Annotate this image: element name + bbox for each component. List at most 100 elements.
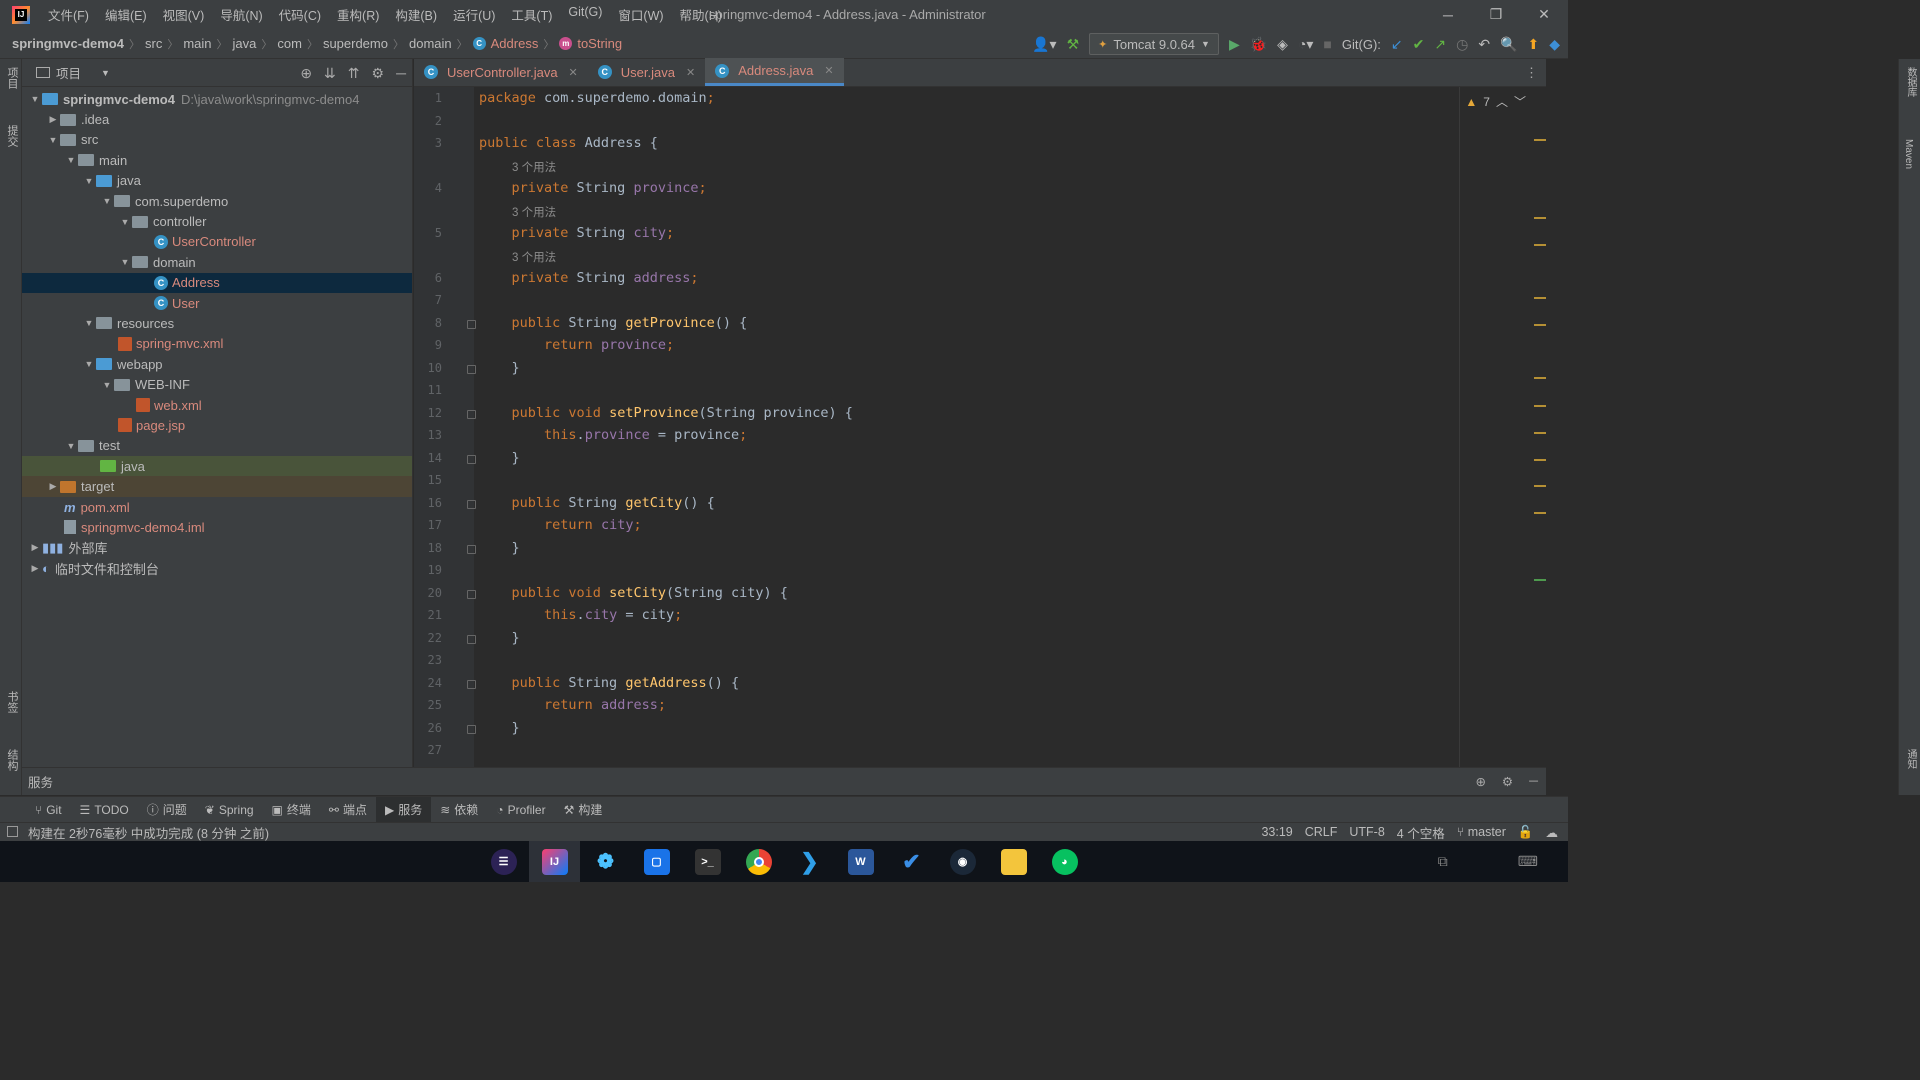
usage-hint[interactable]: 3 个用法 (512, 249, 556, 265)
intellij-logo-icon[interactable]: IJ (12, 5, 30, 24)
tree-node-root[interactable]: ▼ springmvc-demo4 D:\java\work\springmvc-d… (22, 89, 412, 109)
usage-hint[interactable]: 3 个用法 (512, 204, 556, 220)
gear-icon[interactable]: ⚙ (372, 65, 385, 82)
search-icon[interactable]: 🔍 (1500, 36, 1517, 53)
build-hammer-icon[interactable]: ⚒ (1067, 36, 1080, 53)
toggle-tool-windows-icon[interactable] (7, 826, 18, 837)
structure-tool-button[interactable]: 结构 (4, 749, 20, 771)
crumb-main[interactable]: main (183, 36, 211, 51)
tool-problems[interactable]: ⓘ 问题 (138, 797, 196, 823)
tab-user[interactable]: C User.java ✕ (588, 58, 705, 86)
tree-node-idea[interactable]: ▶ .idea (22, 109, 412, 129)
tool-services[interactable]: ▶ 服务 (375, 796, 432, 823)
git-push-icon[interactable]: ↗ (1434, 36, 1446, 53)
tree-node-pagejsp[interactable]: page.jsp (22, 415, 412, 435)
restore-icon[interactable]: ❐ (1472, 0, 1520, 29)
taskbar-word[interactable]: W (835, 841, 886, 882)
close-icon[interactable]: ✕ (686, 66, 695, 79)
tree-node-domain[interactable]: ▼ domain (22, 252, 412, 272)
taskbar-explorer[interactable] (988, 841, 1039, 882)
close-icon[interactable]: ✕ (1520, 0, 1568, 29)
profile-icon[interactable]: ◔▾ (1298, 36, 1313, 53)
gear-icon[interactable]: ⚙ (1502, 774, 1513, 789)
coverage-icon[interactable]: ◈ (1277, 36, 1288, 53)
tree-node-package[interactable]: ▼ com.superdemo (22, 191, 412, 211)
git-branch[interactable]: ⑂ master (1457, 825, 1506, 839)
taskbar-terminal[interactable]: >_ (682, 841, 733, 882)
crumb-com[interactable]: com (277, 36, 302, 51)
plugin-icon[interactable]: ◆ (1549, 36, 1560, 53)
project-panel-title[interactable]: 项目 (56, 63, 81, 82)
stop-icon[interactable]: ■ (1323, 36, 1331, 52)
tool-build[interactable]: ⚒ 构建 (555, 797, 612, 823)
indent-setting[interactable]: 4 个空格 (1397, 823, 1445, 842)
rollback-icon[interactable]: ↶ (1478, 36, 1490, 53)
error-stripe[interactable] (1532, 87, 1546, 767)
tab-address[interactable]: C Address.java ✕ (705, 58, 844, 86)
tree-node-iml[interactable]: springmvc-demo4.iml (22, 517, 412, 537)
chevron-down-icon[interactable]: ﹀ (1514, 93, 1526, 110)
project-tool-button[interactable]: 项目 (4, 67, 20, 89)
status-message[interactable]: 构建在 2秒76毫秒 中成功完成 (8 分钟 之前) (0, 823, 269, 842)
menu-window[interactable]: 窗口(W) (610, 5, 671, 24)
git-commit-icon[interactable]: ✔ (1413, 36, 1425, 53)
tree-node-user[interactable]: C User (22, 293, 412, 313)
tool-todo[interactable]: ☰ TODO (71, 797, 138, 823)
menu-run[interactable]: 运行(U) (445, 5, 503, 24)
taskbar-eclipse[interactable]: ☰ (478, 841, 529, 882)
tool-git[interactable]: ⑂ Git (26, 797, 71, 823)
add-service-icon[interactable]: ⊕ (1475, 774, 1485, 789)
tab-usercontroller[interactable]: C UserController.java ✕ (414, 58, 588, 86)
locate-icon[interactable]: ⊕ (300, 65, 312, 82)
tree-node-webapp[interactable]: ▼ webapp (22, 354, 412, 374)
taskbar-app4[interactable]: ▢ (631, 841, 682, 882)
code-content[interactable]: package com.superdemo.domain; public cla… (474, 87, 1546, 767)
maven-tool-button[interactable]: Maven (1903, 139, 1914, 169)
file-encoding[interactable]: UTF-8 (1349, 825, 1384, 839)
tree-node-webxml[interactable]: web.xml (22, 395, 412, 415)
lock-icon[interactable]: 🔓 (1518, 825, 1534, 840)
tree-node-test-java[interactable]: java (22, 456, 412, 477)
services-title[interactable]: 服务 (28, 772, 53, 791)
close-icon[interactable]: ✕ (824, 64, 833, 77)
commit-tool-button[interactable]: 提交 (4, 125, 20, 147)
collapse-all-icon[interactable]: ⇈ (348, 65, 360, 82)
task-view-icon[interactable]: ⧉ (1438, 853, 1448, 870)
git-update-icon[interactable]: ↙ (1391, 36, 1403, 53)
update-icon[interactable]: ⬆ (1527, 36, 1539, 53)
chevron-down-icon[interactable]: ▼ (101, 68, 110, 78)
menu-file[interactable]: 文件(F) (40, 5, 97, 24)
tree-node-usercontroller[interactable]: C UserController (22, 232, 412, 252)
run-icon[interactable]: ▶ (1229, 36, 1240, 53)
debug-icon[interactable]: 🐞 (1250, 36, 1267, 53)
taskbar-todo[interactable]: ✔ (886, 841, 937, 882)
tool-terminal[interactable]: ▣ 终端 (263, 797, 320, 823)
crumb-method[interactable]: toString (577, 36, 622, 51)
menu-tools[interactable]: 工具(T) (503, 5, 560, 24)
usage-hint[interactable]: 3 个用法 (512, 159, 556, 175)
tree-node-pom[interactable]: m pom.xml (22, 497, 412, 517)
tree-node-java[interactable]: ▼ java (22, 171, 412, 191)
menu-refactor[interactable]: 重构(R) (329, 5, 387, 24)
menu-build[interactable]: 构建(B) (387, 5, 445, 24)
tree-node-scratches[interactable]: ▶ ◐ 临时文件和控制台 (22, 558, 412, 578)
tool-spring[interactable]: ❦ Spring (196, 797, 263, 823)
taskbar-chrome[interactable] (733, 841, 784, 882)
tree-node-target[interactable]: ▶ target (22, 476, 412, 497)
hide-icon[interactable]: ─ (396, 65, 406, 82)
taskbar-app3[interactable]: ❁ (580, 841, 631, 882)
taskbar-wechat[interactable]: ◕ (1039, 841, 1090, 882)
crumb-project[interactable]: springmvc-demo4 (12, 36, 124, 51)
run-config-select[interactable]: ✦ Tomcat 9.0.64 ▼ (1089, 33, 1219, 55)
tree-node-src[interactable]: ▼ src (22, 130, 412, 150)
tree-node-webinf[interactable]: ▼ WEB-INF (22, 374, 412, 394)
caret-position[interactable]: 33:19 (1261, 825, 1292, 839)
hide-icon[interactable]: ─ (1529, 774, 1538, 789)
tool-profiler[interactable]: ◔ Profiler (487, 797, 554, 823)
user-icon[interactable]: 👤▾ (1032, 36, 1056, 53)
taskbar-steam[interactable]: ◉ (937, 841, 988, 882)
crumb-java[interactable]: java (233, 36, 257, 51)
bookmarks-tool-button[interactable]: 书签 (4, 691, 20, 713)
chevron-up-icon[interactable]: ︿ (1496, 93, 1508, 110)
tree-node-address[interactable]: C Address (22, 272, 412, 293)
